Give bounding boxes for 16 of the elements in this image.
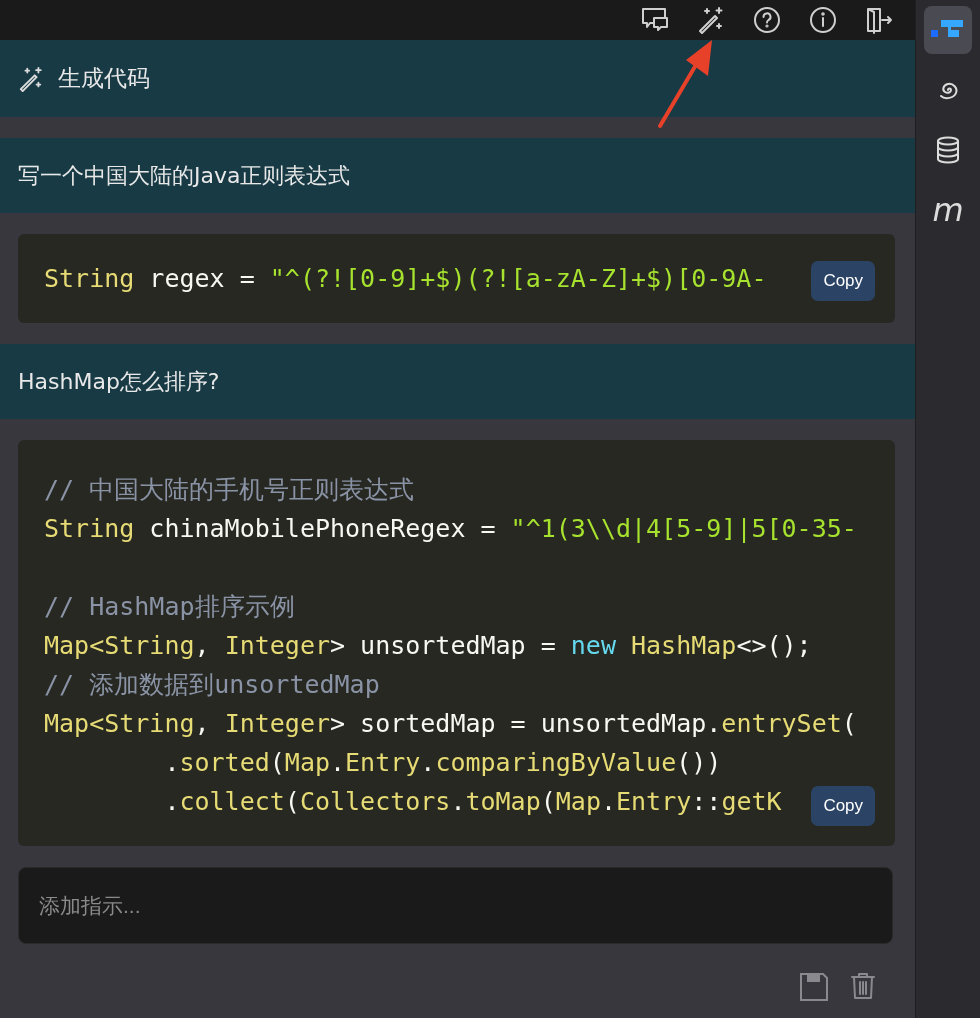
instruction-field[interactable]: 添加指示... (18, 867, 894, 944)
code-line: // 添加数据到unsortedMap (44, 669, 380, 701)
code-line: // 中国大陆的手机号正则表达式 (44, 474, 415, 506)
code-line: .sorted(Map.Entry.comparingByValue()) (163, 747, 722, 779)
code-line: String chinaMobilePhoneRegex = "^1(3\\d|4[5-9]|5[0-35- (44, 513, 857, 545)
prompt-message: 写一个中国大陆的Java正则表达式 (0, 138, 916, 213)
prompt-message: HashMap怎么排序? (0, 344, 916, 419)
header-title: 生成代码 (58, 64, 150, 93)
copy-button[interactable]: Copy (811, 786, 876, 826)
code-line: Map<String, Integer> unsortedMap = new HashMap<>(); (44, 630, 812, 662)
sidebar-letter-button[interactable]: m (924, 186, 973, 234)
code-line: .collect(Collectors.toMap(Map.Entry::getK (163, 786, 782, 818)
code-line: Map<String, Integer> sortedMap = unsortedMap.entrySet( (44, 708, 857, 740)
code-line: // HashMap排序示例 (44, 591, 295, 623)
copy-button[interactable]: Copy (811, 261, 876, 301)
code-line: String regex = "^(?![0-9]+$)(?![a-zA-Z]+$)[0-9A- (44, 263, 767, 295)
